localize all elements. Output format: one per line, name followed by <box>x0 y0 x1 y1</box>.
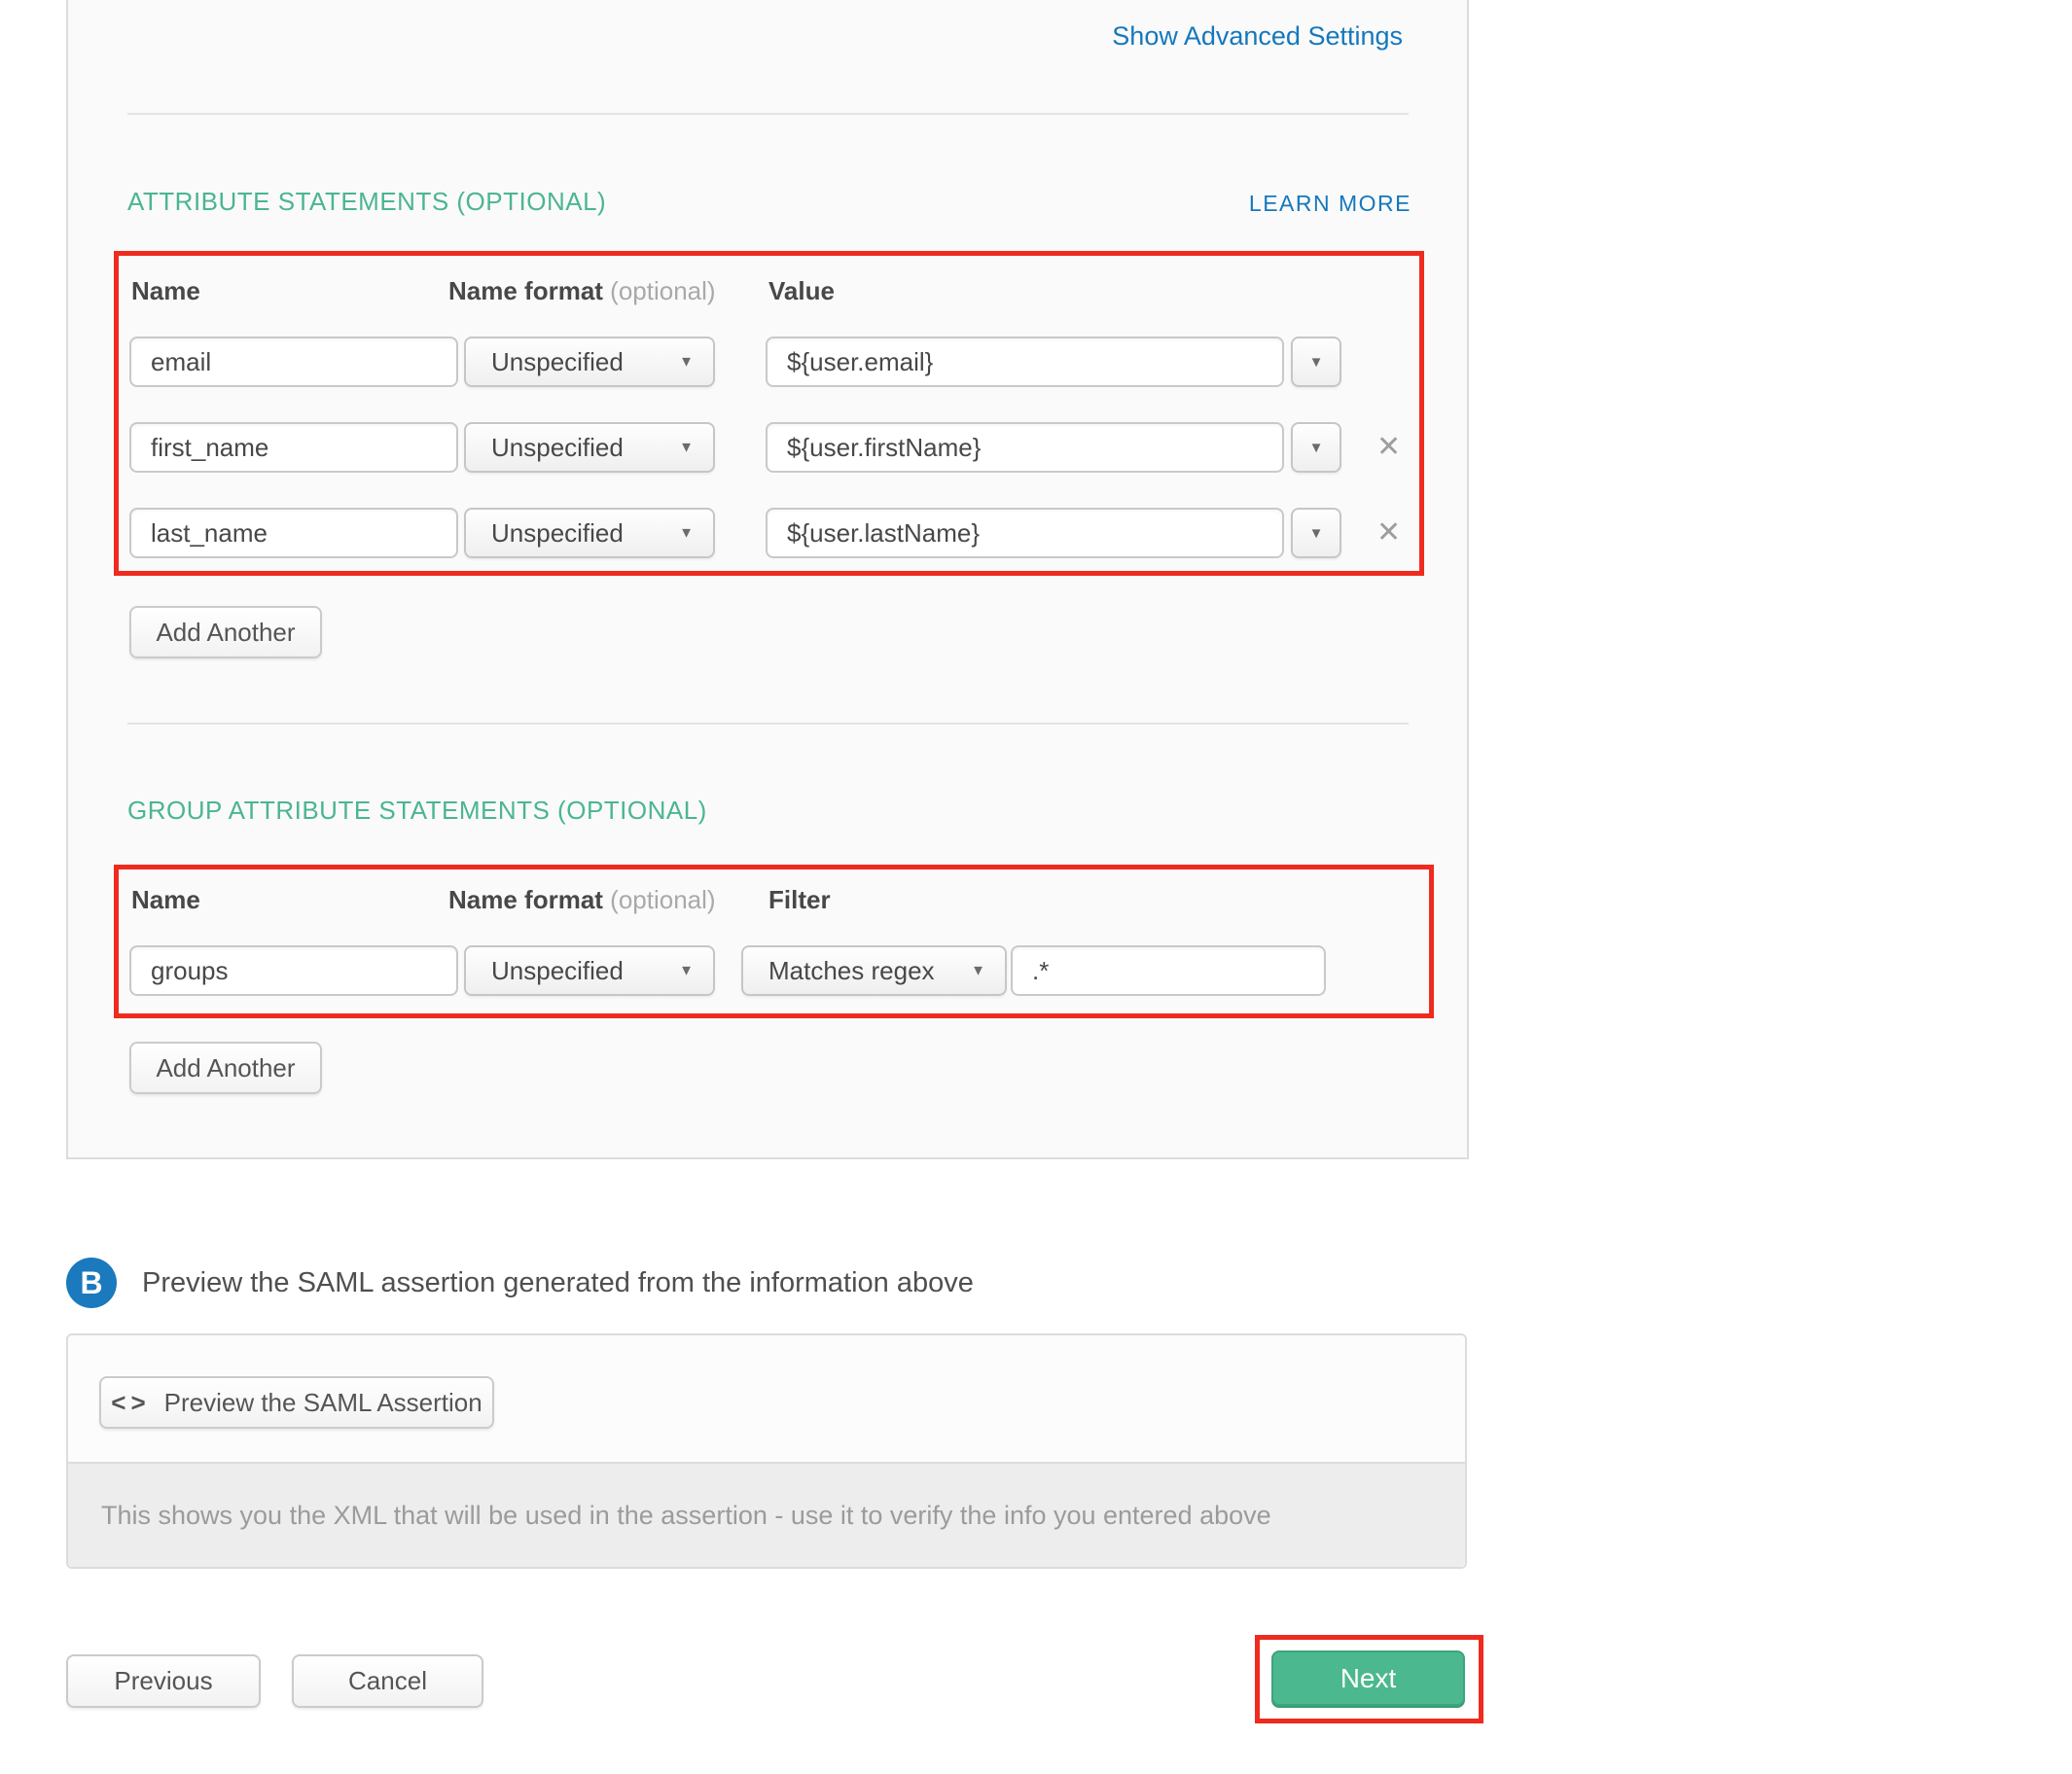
attribute-statements-heading: ATTRIBUTE STATEMENTS (OPTIONAL) <box>127 187 606 217</box>
step-b-badge: B <box>66 1258 117 1308</box>
column-header-value: Value <box>768 276 835 306</box>
group-name-input[interactable] <box>129 945 458 996</box>
add-another-attribute-button[interactable]: Add Another <box>129 606 322 658</box>
chevron-down-icon: ▼ <box>679 354 694 371</box>
preview-description: This shows you the XML that will be used… <box>68 1501 1271 1531</box>
group-filter-type-dropdown[interactable]: Matches regex ▼ <box>741 945 1007 996</box>
chevron-down-icon: ▼ <box>679 963 694 979</box>
attr-value-input[interactable] <box>766 422 1284 473</box>
column-header-name-format: Name format (optional) <box>448 276 716 306</box>
code-brackets-icon: <> <box>111 1388 150 1418</box>
next-button[interactable]: Next <box>1271 1650 1465 1706</box>
attr-value-input[interactable] <box>766 508 1284 558</box>
attr-value-dropdown-button[interactable]: ▼ <box>1291 508 1341 558</box>
attr-name-input[interactable] <box>129 508 458 558</box>
saml-preview-box: <> Preview the SAML Assertion This shows… <box>66 1333 1467 1569</box>
previous-button[interactable]: Previous <box>66 1654 261 1708</box>
add-another-group-attribute-button[interactable]: Add Another <box>129 1042 322 1094</box>
chevron-down-icon: ▼ <box>971 963 985 979</box>
chevron-down-icon: ▼ <box>1309 440 1324 456</box>
group-attribute-statements-heading: GROUP ATTRIBUTE STATEMENTS (OPTIONAL) <box>127 796 707 826</box>
remove-row-icon[interactable]: ✕ <box>1376 518 1401 548</box>
column-header-name: Name <box>131 276 200 306</box>
chevron-down-icon: ▼ <box>1309 525 1324 542</box>
section-divider <box>127 723 1409 725</box>
attr-name-format-dropdown[interactable]: Unspecified ▼ <box>464 508 715 558</box>
column-header-name-format: Name format (optional) <box>448 885 716 915</box>
chevron-down-icon: ▼ <box>679 525 694 542</box>
preview-description-area: This shows you the XML that will be used… <box>68 1462 1465 1567</box>
learn-more-link[interactable]: LEARN MORE <box>1249 191 1411 217</box>
preview-saml-assertion-button[interactable]: <> Preview the SAML Assertion <box>99 1376 494 1429</box>
group-name-format-dropdown[interactable]: Unspecified ▼ <box>464 945 715 996</box>
attr-value-dropdown-button[interactable]: ▼ <box>1291 422 1341 473</box>
attr-name-format-dropdown[interactable]: Unspecified ▼ <box>464 422 715 473</box>
attr-name-input[interactable] <box>129 337 458 387</box>
attr-value-input[interactable] <box>766 337 1284 387</box>
group-filter-value-input[interactable] <box>1011 945 1326 996</box>
chevron-down-icon: ▼ <box>679 440 694 456</box>
remove-row-icon[interactable]: ✕ <box>1376 433 1401 462</box>
saml-settings-panel: Show Advanced Settings ATTRIBUTE STATEME… <box>66 0 1469 1159</box>
show-advanced-settings-link[interactable]: Show Advanced Settings <box>1112 21 1403 52</box>
attr-value-dropdown-button[interactable]: ▼ <box>1291 337 1341 387</box>
cancel-button[interactable]: Cancel <box>292 1654 483 1708</box>
section-divider <box>127 113 1409 115</box>
step-b-title: Preview the SAML assertion generated fro… <box>142 1267 974 1299</box>
column-header-name: Name <box>131 885 200 915</box>
attr-name-input[interactable] <box>129 422 458 473</box>
chevron-down-icon: ▼ <box>1309 354 1324 371</box>
column-header-filter: Filter <box>768 885 831 915</box>
attr-name-format-dropdown[interactable]: Unspecified ▼ <box>464 337 715 387</box>
